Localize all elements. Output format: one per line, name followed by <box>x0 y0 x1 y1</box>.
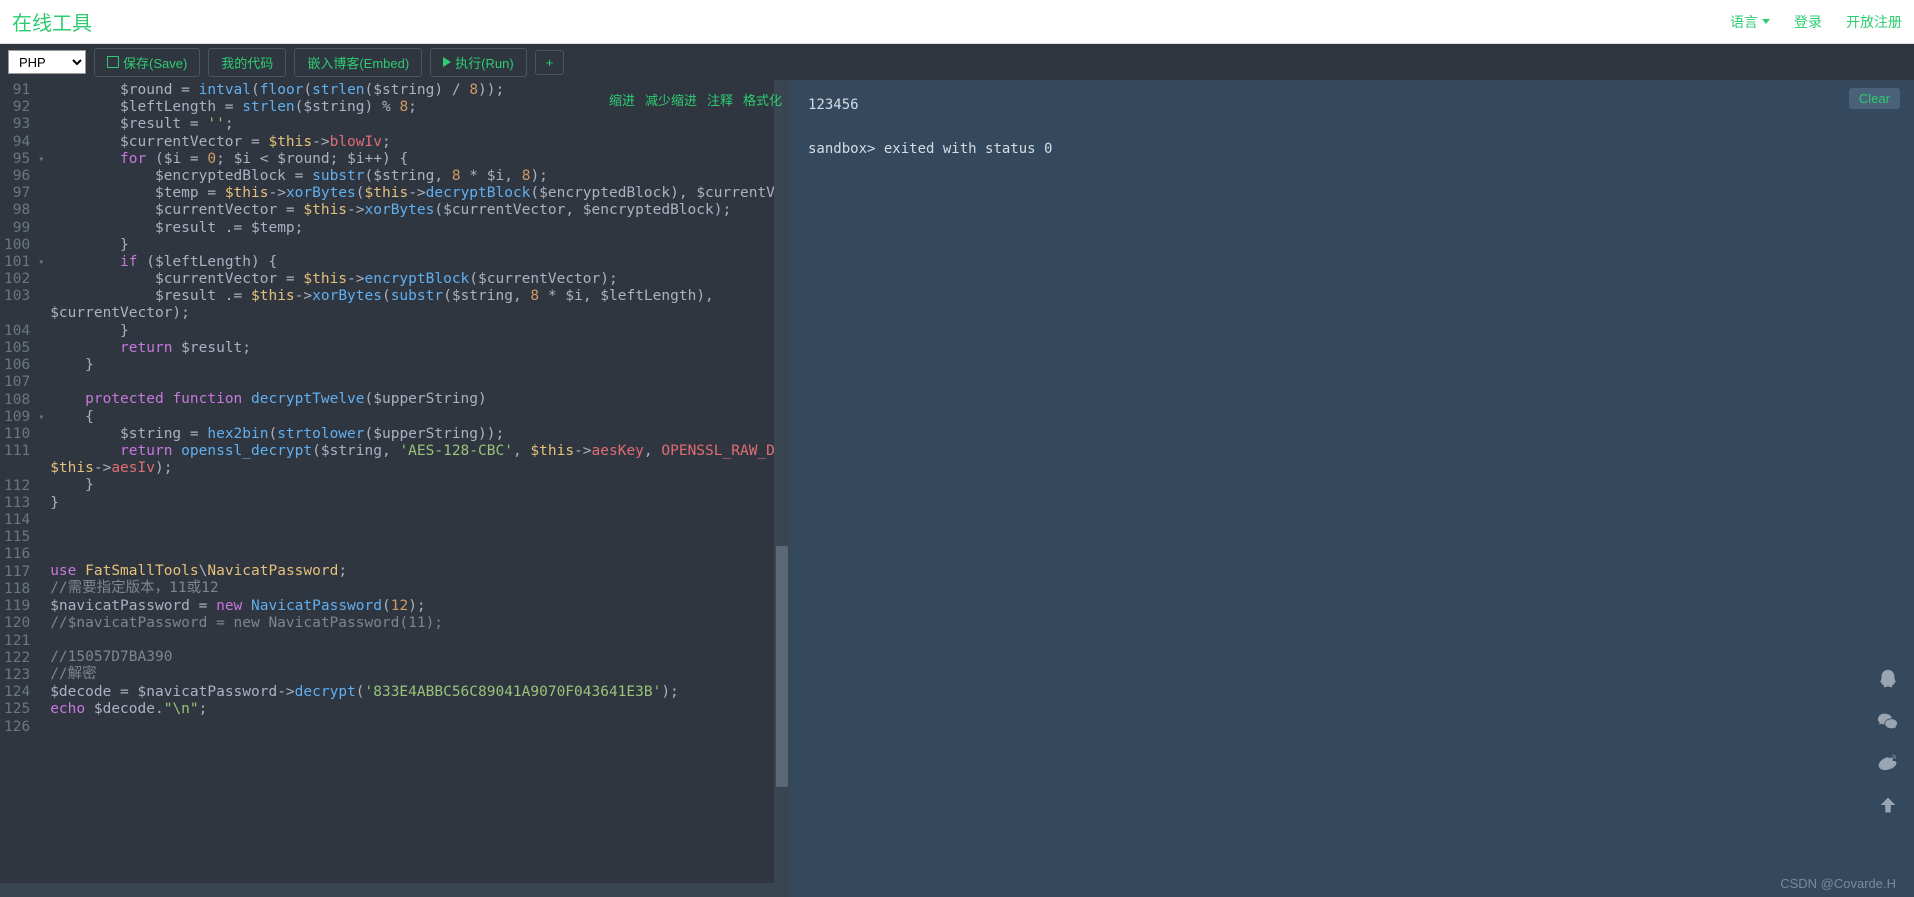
toolbar: PHP 保存(Save) 我的代码 嵌入博客(Embed) 执行(Run) + <box>0 44 1914 80</box>
watermark: CSDN @Covarde.H <box>1780 876 1896 891</box>
code-editor[interactable]: 91 92 93 94 95 96 97 98 99 100 101 102 1… <box>0 80 790 883</box>
comment-action[interactable]: 注释 <box>707 90 733 109</box>
mycode-button[interactable]: 我的代码 <box>208 48 286 77</box>
main-area: 缩进 减少缩进 注释 格式化 91 92 93 94 95 96 97 98 9… <box>0 80 1914 897</box>
line-gutter: 91 92 93 94 95 96 97 98 99 100 101 102 1… <box>0 80 38 883</box>
code-content[interactable]: $round = intval(floor(strlen($string) / … <box>50 80 774 883</box>
add-button[interactable]: + <box>535 50 565 75</box>
chevron-down-icon <box>1762 19 1770 24</box>
site-title: 在线工具 <box>12 7 92 36</box>
output-result: 123456 <box>808 94 1896 116</box>
run-button[interactable]: 执行(Run) <box>430 48 527 77</box>
fold-column: ▾▾▾ <box>38 80 50 883</box>
wechat-icon[interactable] <box>1876 709 1900 733</box>
editor-pane: 缩进 减少缩进 注释 格式化 91 92 93 94 95 96 97 98 9… <box>0 80 790 897</box>
qq-icon[interactable] <box>1876 667 1900 691</box>
editor-actions: 缩进 减少缩进 注释 格式化 <box>609 90 782 109</box>
save-button[interactable]: 保存(Save) <box>94 48 200 77</box>
language-select[interactable]: PHP <box>8 50 86 74</box>
output-status: sandbox> exited with status 0 <box>808 138 1896 160</box>
indent-action[interactable]: 缩进 <box>609 90 635 109</box>
login-link[interactable]: 登录 <box>1794 12 1822 32</box>
outdent-action[interactable]: 减少缩进 <box>645 90 697 109</box>
clear-button[interactable]: Clear <box>1849 88 1900 109</box>
top-header: 在线工具 语言 登录 开放注册 <box>0 0 1914 44</box>
format-action[interactable]: 格式化 <box>743 90 782 109</box>
embed-button[interactable]: 嵌入博客(Embed) <box>294 48 422 77</box>
weibo-icon[interactable] <box>1876 751 1900 775</box>
save-icon <box>107 56 119 68</box>
register-link[interactable]: 开放注册 <box>1846 12 1902 32</box>
play-icon <box>443 57 451 67</box>
output-pane: Clear 123456 sandbox> exited with status… <box>790 80 1914 897</box>
header-links: 语言 登录 开放注册 <box>1730 12 1902 32</box>
scroll-top-icon[interactable] <box>1876 793 1900 817</box>
floating-social-icons <box>1876 667 1900 817</box>
horizontal-scrollbar[interactable] <box>0 883 790 897</box>
language-link[interactable]: 语言 <box>1730 12 1770 32</box>
vertical-scrollbar[interactable] <box>774 80 790 883</box>
scrollbar-thumb[interactable] <box>776 546 788 787</box>
